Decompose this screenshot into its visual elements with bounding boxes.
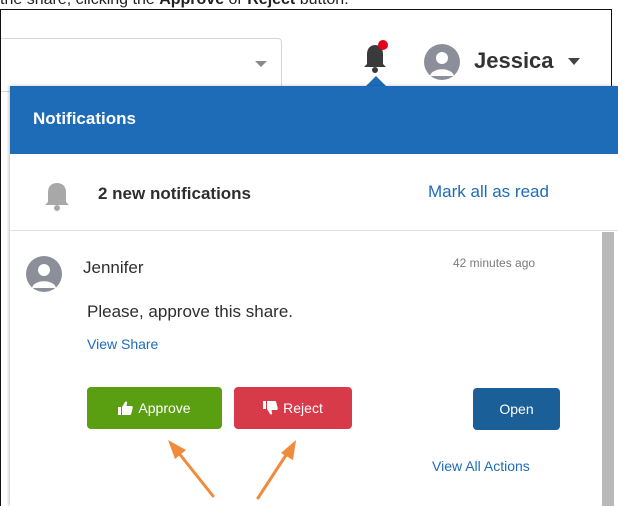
chevron-down-icon [255,61,267,67]
chevron-down-icon[interactable] [568,58,580,65]
caption-text: the share, clicking the [0,0,159,8]
scrollbar[interactable] [602,232,614,506]
caption-text: button. [295,0,349,8]
user-icon [32,264,56,288]
notification-time: 42 minutes ago [453,256,536,270]
bell-icon[interactable] [362,40,390,74]
open-label: Open [499,401,534,417]
panel-title: Notifications [33,109,136,128]
caption-reject-word: Reject [247,0,295,8]
panel-header: Notifications [10,86,618,154]
caption-approve-word: Approve [159,0,224,8]
bell-icon [45,183,69,211]
caption-text: or [224,0,247,8]
open-button[interactable]: Open [473,388,560,430]
avatar [26,256,62,292]
new-notifications-count: 2 new notifications [98,184,252,203]
approve-label: Approve [138,400,191,416]
reject-label: Reject [283,400,323,416]
notification-badge-dot [378,40,388,50]
view-all-actions-link[interactable]: View All Actions [432,458,530,474]
notification-message: Please, approve this share. [87,302,294,321]
user-name[interactable]: Jessica [474,48,554,74]
view-share-link[interactable]: View Share [87,336,158,352]
thumbs-up-icon [118,401,134,415]
approve-button[interactable]: Approve [87,387,222,429]
user-avatar[interactable] [424,44,460,80]
user-icon [430,52,454,76]
notification-sender: Jennifer [83,258,144,277]
notifications-panel: Notifications 2 new notifications Mark a… [10,86,618,506]
popover-pointer [366,76,386,86]
instruction-caption: the share, clicking the Approve or Rejec… [0,0,618,9]
mark-all-read-link[interactable]: Mark all as read [428,182,549,202]
top-dropdown-select[interactable] [1,38,282,92]
summary-row: 2 new notifications Mark all as read [10,154,618,231]
thumbs-down-icon [263,401,278,415]
reject-button[interactable]: Reject [234,387,352,429]
